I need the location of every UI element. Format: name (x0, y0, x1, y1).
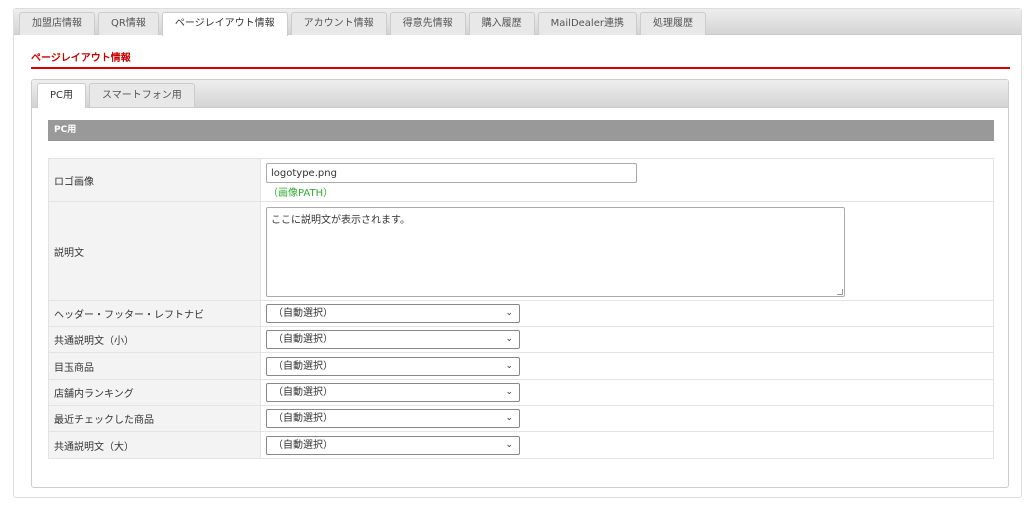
select-label: 共通説明文（小） (48, 326, 261, 353)
select-value: （自動選択） (273, 360, 333, 372)
tab-page-layout[interactable]: ページレイアウト情報 (161, 12, 288, 36)
layout-form: ロゴ画像 logotype.png （画像PATH） 説明文 ここに説明文が表示… (48, 158, 994, 459)
form-row-select: 目玉商品 （自動選択） ⌄ (48, 352, 994, 380)
featured-products-select[interactable]: （自動選択） ⌄ (266, 356, 520, 376)
tab-merchant-info[interactable]: 加盟店情報 (19, 12, 95, 35)
tab-smartphone[interactable]: スマートフォン用 (89, 83, 195, 107)
page-title: ページレイアウト情報 (31, 53, 131, 64)
select-value: （自動選択） (273, 439, 333, 451)
logo-label: ロゴ画像 (48, 158, 261, 202)
form-row-select: 最近チェックした商品 （自動選択） ⌄ (48, 405, 994, 432)
tab-qr-info[interactable]: QR情報 (98, 12, 159, 35)
description-label: 説明文 (48, 201, 261, 301)
form-row-logo: ロゴ画像 logotype.png （画像PATH） (48, 158, 994, 202)
form-row-select: ヘッダー・フッター・レフトナビ （自動選択） ⌄ (48, 300, 994, 327)
select-label: 店舗内ランキング (48, 379, 261, 406)
form-row-select: 店舗内ランキング （自動選択） ⌄ (48, 379, 994, 406)
select-label: 目玉商品 (48, 352, 261, 380)
form-row-select: 共通説明文（大） （自動選択） ⌄ (48, 431, 994, 459)
divider (31, 67, 1010, 69)
tab-pc[interactable]: PC用 (37, 83, 87, 108)
select-value: （自動選択） (273, 413, 333, 424)
chevron-down-icon: ⌄ (505, 360, 513, 371)
select-label: 最近チェックした商品 (48, 405, 261, 432)
common-desc-small-select[interactable]: （自動選択） ⌄ (266, 330, 520, 349)
store-ranking-select[interactable]: （自動選択） ⌄ (266, 383, 520, 402)
select-value: （自動選択） (273, 334, 333, 345)
main-panel: 加盟店情報 QR情報 ページレイアウト情報 アカウント情報 得意先情報 購入履歴… (13, 8, 1022, 498)
description-textarea[interactable]: ここに説明文が表示されます。 (266, 206, 845, 297)
sub-tab-bar: PC用 スマートフォン用 (32, 80, 1008, 108)
header-footer-select[interactable]: （自動選択） ⌄ (266, 304, 520, 323)
common-desc-large-select[interactable]: （自動選択） ⌄ (266, 435, 520, 455)
logo-hint: （画像PATH） (268, 188, 334, 199)
tab-account-info[interactable]: アカウント情報 (290, 12, 387, 35)
chevron-down-icon: ⌄ (505, 413, 513, 423)
tab-process-history[interactable]: 処理履歴 (639, 12, 706, 35)
tab-purchase-history[interactable]: 購入履歴 (468, 12, 535, 35)
select-value: （自動選択） (273, 387, 333, 398)
select-value: （自動選択） (273, 308, 333, 319)
chevron-down-icon: ⌄ (505, 387, 513, 397)
tab-customer-info[interactable]: 得意先情報 (389, 12, 466, 35)
form-row-select: 共通説明文（小） （自動選択） ⌄ (48, 326, 994, 353)
description-text: ここに説明文が表示されます。 (271, 214, 410, 226)
recently-viewed-select[interactable]: （自動選択） ⌄ (266, 409, 520, 428)
chevron-down-icon: ⌄ (505, 308, 513, 318)
top-tab-bar: 加盟店情報 QR情報 ページレイアウト情報 アカウント情報 得意先情報 購入履歴… (14, 9, 1021, 36)
chevron-down-icon: ⌄ (505, 439, 513, 450)
select-label: ヘッダー・フッター・レフトナビ (48, 300, 261, 327)
select-label: 共通説明文（大） (48, 431, 261, 459)
form-row-description: 説明文 ここに説明文が表示されます。 (48, 201, 994, 301)
tab-maildealer[interactable]: MailDealer連携 (537, 12, 637, 35)
chevron-down-icon: ⌄ (505, 334, 513, 344)
resize-grip-icon[interactable] (837, 288, 843, 295)
layout-panel: PC用 スマートフォン用 PC用 ロゴ画像 logotype.png （画像PA… (31, 79, 1009, 488)
logo-input[interactable]: logotype.png (266, 163, 637, 183)
section-header: PC用 (48, 120, 994, 141)
